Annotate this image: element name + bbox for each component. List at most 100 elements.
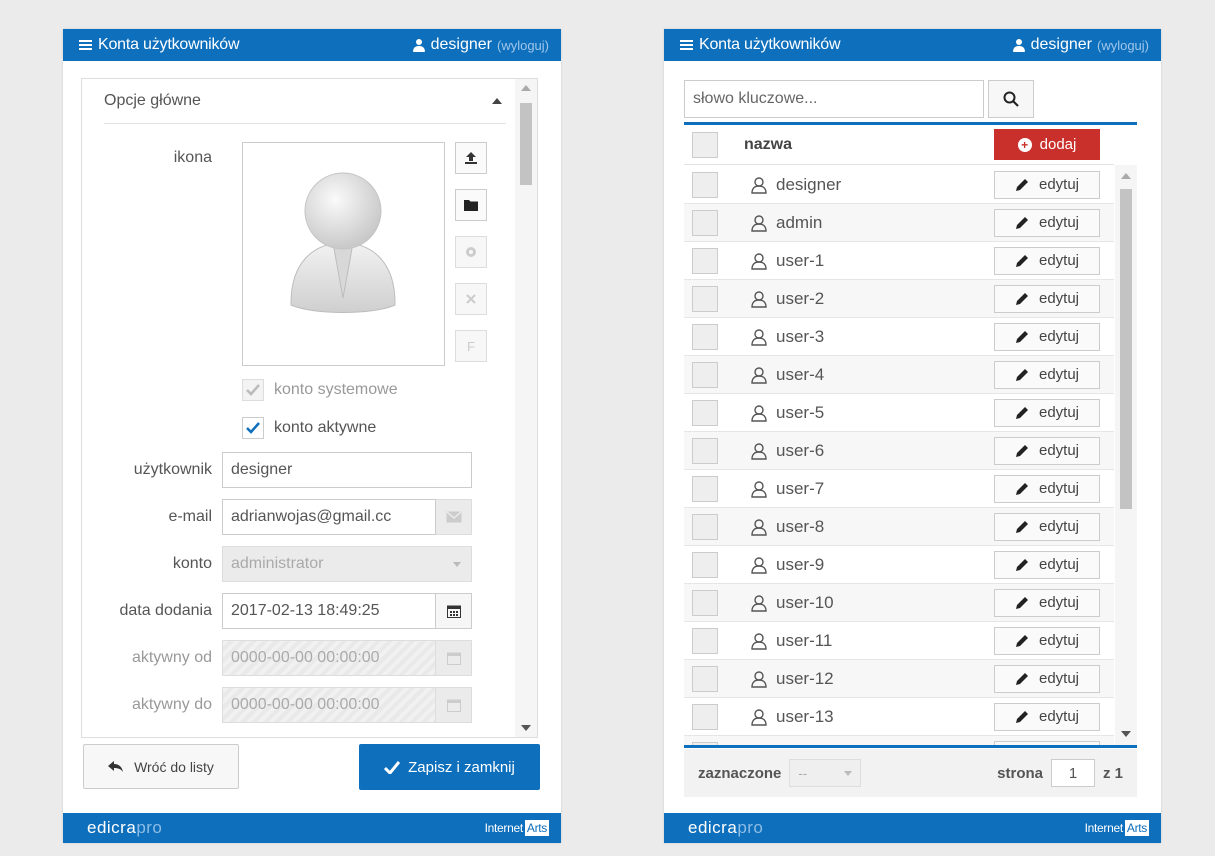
- row-checkbox[interactable]: [692, 399, 718, 426]
- account-select[interactable]: administrator: [222, 546, 472, 582]
- user-name: user-12: [776, 668, 834, 688]
- edit-user-button[interactable]: edytuj: [994, 512, 1100, 541]
- checkbox-box[interactable]: [242, 417, 264, 439]
- remove-button[interactable]: [455, 283, 487, 315]
- table-scrollbar[interactable]: [1115, 165, 1137, 745]
- active-account-checkbox[interactable]: konto aktywne: [242, 417, 376, 439]
- email-addon[interactable]: [436, 499, 472, 535]
- current-user: designer: [430, 36, 492, 53]
- scroll-down-icon[interactable]: [1121, 731, 1131, 737]
- active-from-calendar[interactable]: [436, 640, 472, 676]
- added-date-input[interactable]: 2017-02-13 18:49:25: [222, 593, 436, 629]
- bulk-action-select[interactable]: --: [789, 759, 862, 787]
- table-row[interactable]: user-10 edytuj: [684, 584, 1114, 622]
- row-checkbox[interactable]: [692, 209, 718, 236]
- row-checkbox[interactable]: [692, 589, 718, 616]
- form-scrollbar[interactable]: [515, 79, 537, 737]
- table-row[interactable]: user-2 edytuj: [684, 280, 1114, 318]
- table-row[interactable]: user-6 edytuj: [684, 432, 1114, 470]
- page-input[interactable]: 1: [1050, 759, 1095, 787]
- table-row[interactable]: user-8 edytuj: [684, 508, 1114, 546]
- edit-user-button[interactable]: edytuj: [994, 284, 1100, 313]
- row-checkbox[interactable]: [692, 513, 718, 540]
- row-checkbox[interactable]: [692, 703, 718, 730]
- table-row[interactable]: user-13 edytuj: [684, 698, 1114, 736]
- edit-user-button[interactable]: edytuj: [994, 588, 1100, 617]
- table-row[interactable]: user-9 edytuj: [684, 546, 1114, 584]
- edit-user-button[interactable]: edytuj: [994, 398, 1100, 427]
- edit-user-button[interactable]: edytuj: [994, 550, 1100, 579]
- row-checkbox[interactable]: [692, 171, 718, 198]
- scroll-up-icon[interactable]: [521, 85, 531, 91]
- edit-user-button[interactable]: edytuj: [994, 664, 1100, 693]
- row-checkbox[interactable]: [692, 361, 718, 388]
- scroll-thumb[interactable]: [1120, 189, 1132, 509]
- collapse-icon[interactable]: [492, 98, 502, 104]
- upload-button[interactable]: [455, 142, 487, 174]
- active-to-row: aktywny do 0000-00-00 00:00:00: [82, 687, 472, 723]
- row-checkbox[interactable]: [692, 323, 718, 350]
- edit-user-button[interactable]: edytuj: [994, 208, 1100, 237]
- active-to-calendar[interactable]: [436, 687, 472, 723]
- active-from-input[interactable]: 0000-00-00 00:00:00: [222, 640, 436, 676]
- active-to-input[interactable]: 0000-00-00 00:00:00: [222, 687, 436, 723]
- edit-user-button[interactable]: edytuj: [994, 474, 1100, 503]
- menu-icon[interactable]: [680, 40, 693, 50]
- table-row[interactable]: user-12 edytuj: [684, 660, 1114, 698]
- edit-user-button[interactable]: edytuj: [994, 170, 1100, 199]
- edit-label: edytuj: [1038, 670, 1080, 687]
- table-row[interactable]: user-7 edytuj: [684, 470, 1114, 508]
- check-icon: [384, 760, 401, 774]
- edit-user-button[interactable]: edytuj: [994, 360, 1100, 389]
- logout-link[interactable]: (wyloguj): [497, 38, 549, 53]
- row-checkbox[interactable]: [692, 247, 718, 274]
- table-row[interactable]: user-14 edytuj: [684, 736, 1114, 745]
- row-checkbox[interactable]: [692, 665, 718, 692]
- checkbox-box[interactable]: [242, 379, 264, 401]
- row-action-cell: edytuj: [994, 360, 1114, 389]
- scroll-down-icon[interactable]: [521, 725, 531, 731]
- table-row[interactable]: user-1 edytuj: [684, 242, 1114, 280]
- save-and-close-button[interactable]: Zapisz i zamknij: [359, 744, 540, 790]
- add-user-button[interactable]: + dodaj: [994, 129, 1100, 160]
- table-row[interactable]: user-11 edytuj: [684, 622, 1114, 660]
- search-button[interactable]: [988, 80, 1034, 118]
- select-all-checkbox[interactable]: [692, 131, 718, 158]
- f-button[interactable]: F: [455, 330, 487, 362]
- browse-button[interactable]: [455, 189, 487, 221]
- section-header[interactable]: Opcje główne: [104, 79, 506, 124]
- table-row[interactable]: designer edytuj: [684, 166, 1114, 204]
- menu-icon[interactable]: [79, 40, 92, 50]
- edit-user-button[interactable]: edytuj: [994, 740, 1100, 745]
- search-input[interactable]: słowo kluczowe...: [684, 80, 984, 118]
- scroll-up-icon[interactable]: [1121, 173, 1131, 179]
- table-footer: zaznaczone -- strona 1 z 1: [684, 749, 1137, 797]
- row-checkbox[interactable]: [692, 475, 718, 502]
- edit-user-button[interactable]: edytuj: [994, 322, 1100, 351]
- table-row[interactable]: user-4 edytuj: [684, 356, 1114, 394]
- back-to-list-button[interactable]: Wróć do listy: [83, 744, 239, 789]
- added-date-calendar[interactable]: [436, 593, 472, 629]
- scroll-thumb[interactable]: [520, 103, 532, 185]
- logo-pro: pro: [136, 818, 163, 837]
- row-checkbox[interactable]: [692, 437, 718, 464]
- username-input[interactable]: designer: [222, 452, 472, 488]
- pencil-icon: [1015, 216, 1028, 229]
- edit-user-button[interactable]: edytuj: [994, 702, 1100, 731]
- table-row[interactable]: user-3 edytuj: [684, 318, 1114, 356]
- system-account-checkbox[interactable]: konto systemowe: [242, 379, 398, 401]
- row-checkbox[interactable]: [692, 285, 718, 312]
- edit-user-button[interactable]: edytuj: [994, 246, 1100, 275]
- row-checkbox[interactable]: [692, 551, 718, 578]
- settings-button[interactable]: [455, 236, 487, 268]
- table-row[interactable]: user-5 edytuj: [684, 394, 1114, 432]
- logout-link[interactable]: (wyloguj): [1097, 38, 1149, 53]
- edit-user-button[interactable]: edytuj: [994, 626, 1100, 655]
- table-row[interactable]: admin edytuj: [684, 204, 1114, 242]
- row-checkbox[interactable]: [692, 627, 718, 654]
- row-action-cell: edytuj: [994, 322, 1114, 351]
- email-input[interactable]: adrianwojas@gmail.cc: [222, 499, 436, 535]
- user-name-cell: user-2: [744, 289, 994, 309]
- row-checkbox[interactable]: [692, 741, 718, 745]
- edit-user-button[interactable]: edytuj: [994, 436, 1100, 465]
